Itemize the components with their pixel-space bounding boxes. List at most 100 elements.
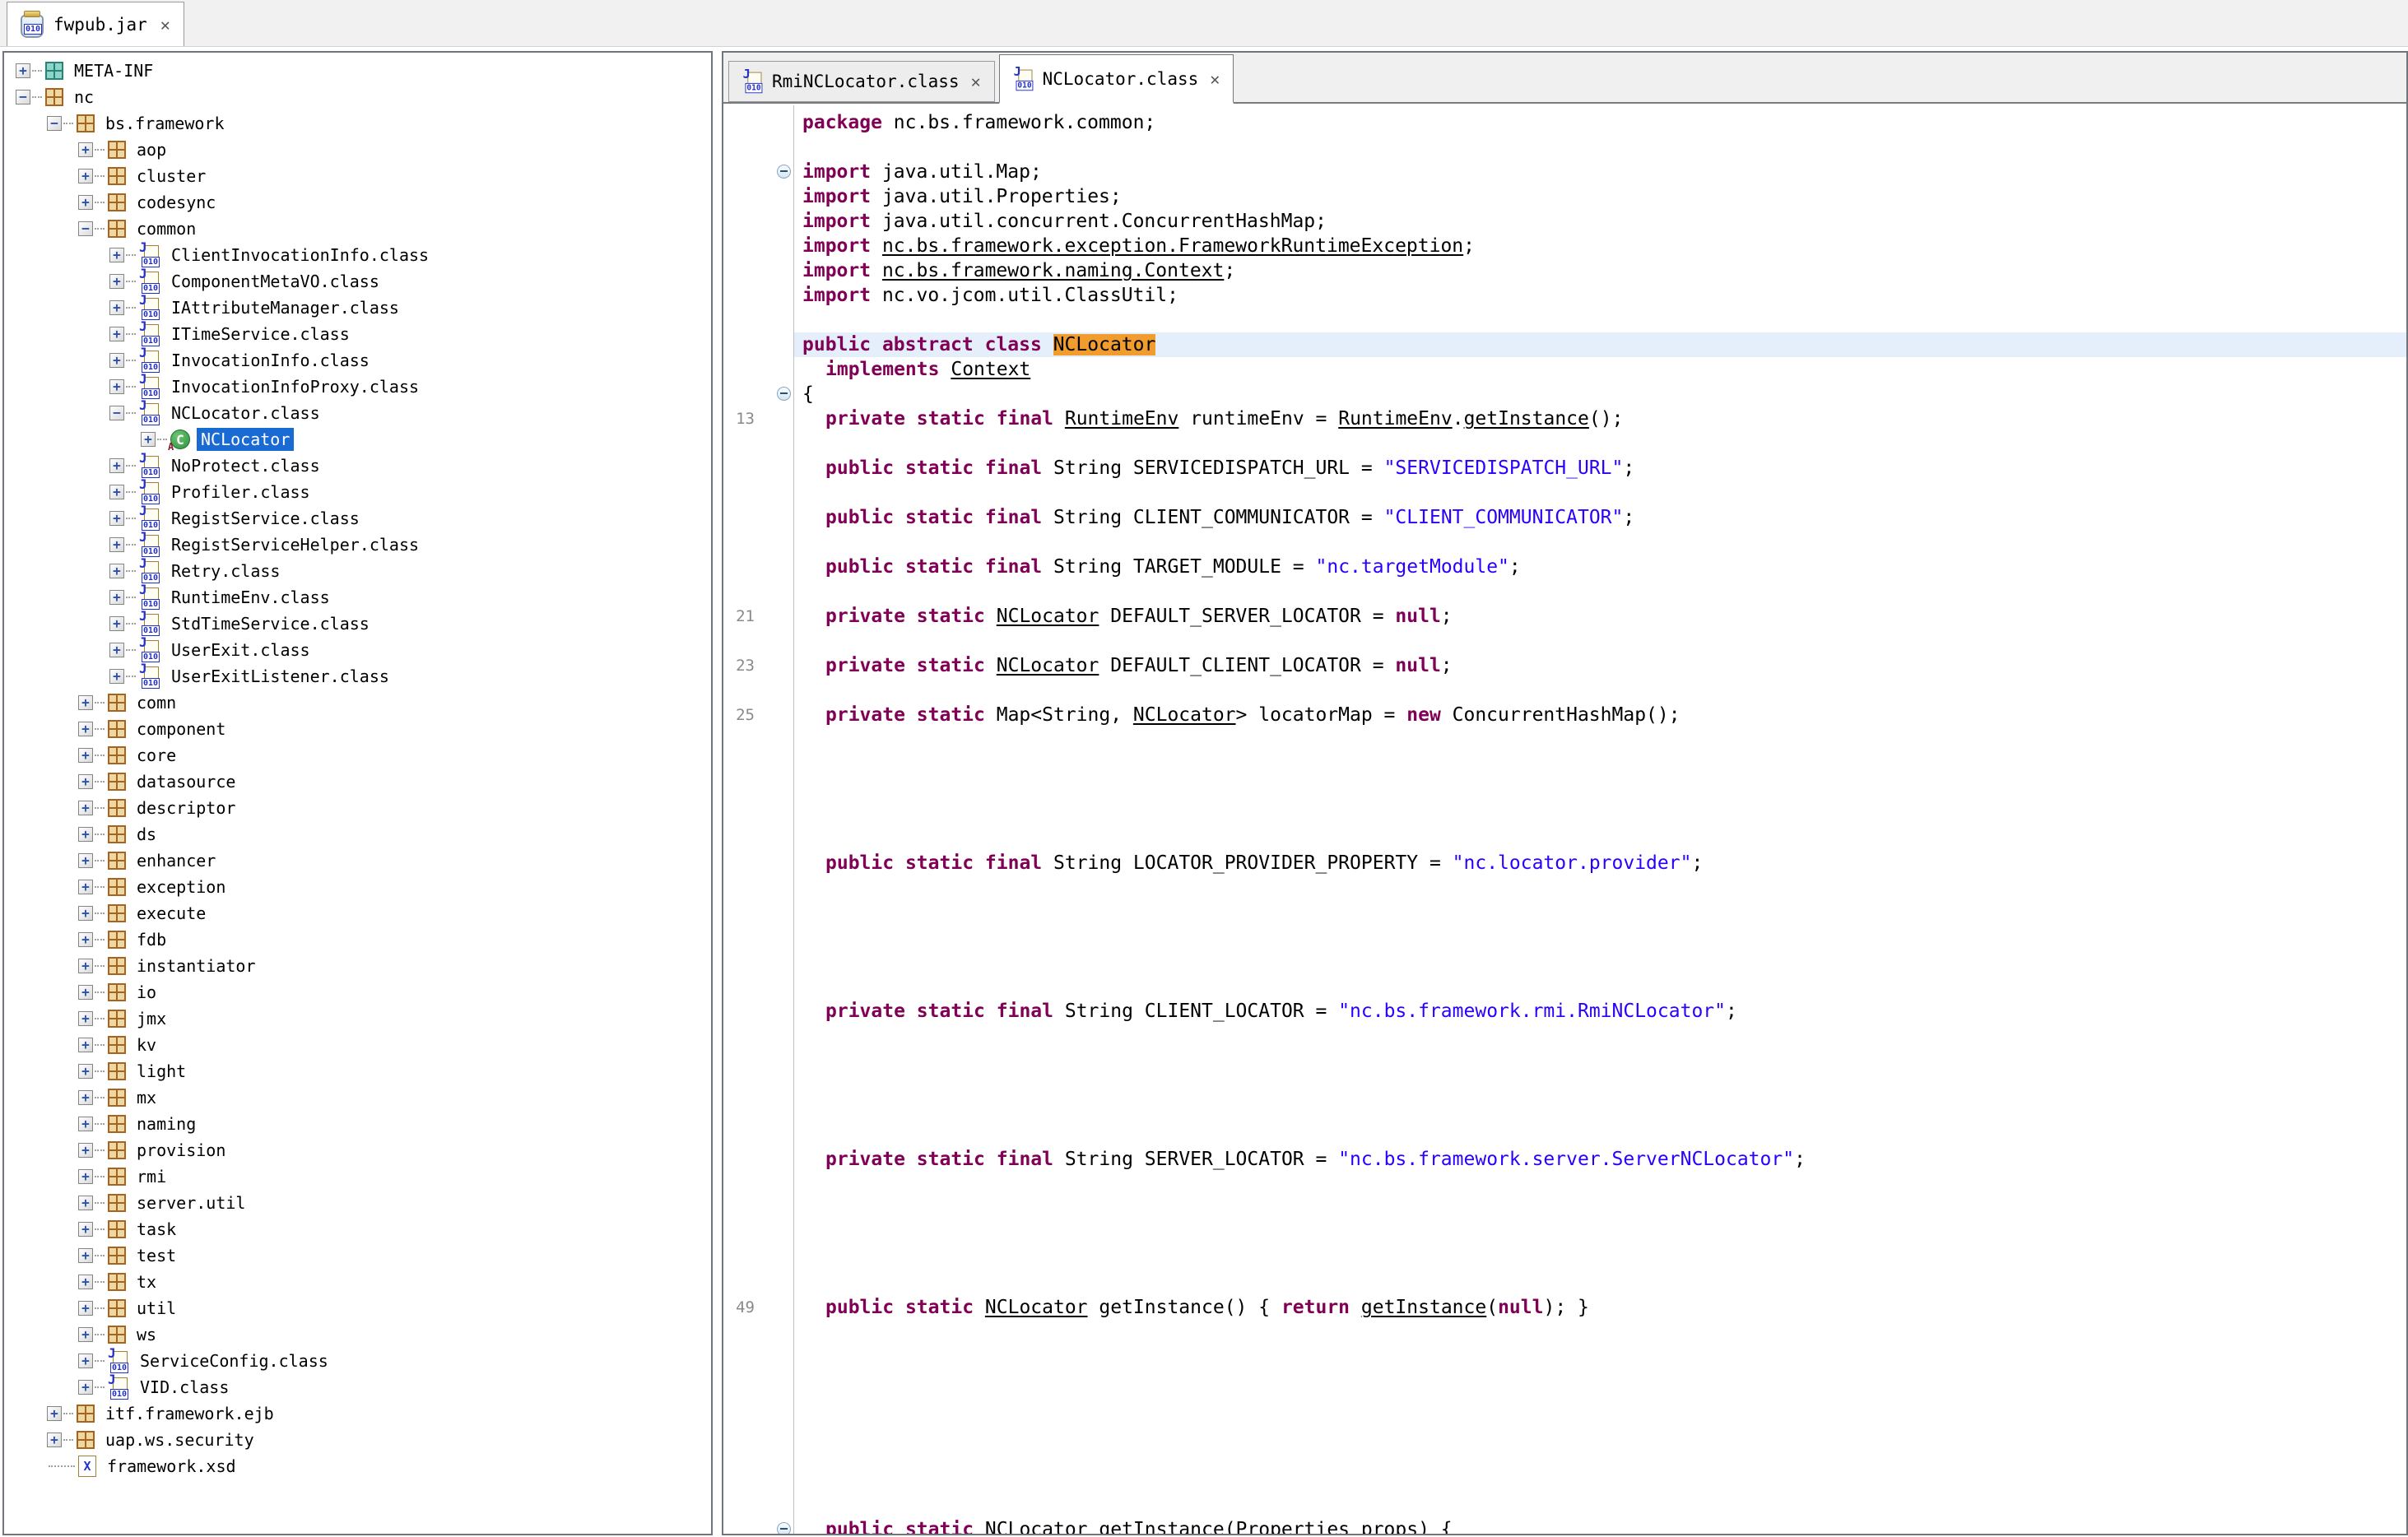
tree-node-ITimeService.class[interactable]: ITimeService.class — [4, 321, 711, 347]
tree-node-task[interactable]: task — [4, 1216, 711, 1242]
fold-collapse-icon[interactable] — [777, 387, 791, 401]
tree-node-mx[interactable]: mx — [4, 1084, 711, 1111]
expand-icon[interactable] — [78, 853, 93, 868]
tree-node-instantiator[interactable]: instantiator — [4, 953, 711, 979]
tree-node-kv[interactable]: kv — [4, 1032, 711, 1058]
tree-node-tx[interactable]: tx — [4, 1269, 711, 1295]
expand-icon[interactable] — [47, 1406, 62, 1421]
collapse-icon[interactable] — [109, 406, 124, 420]
tree-node-UserExitListener.class[interactable]: UserExitListener.class — [4, 663, 711, 690]
tree-node-bs.framework[interactable]: bs.framework — [4, 110, 711, 137]
tree-node-test[interactable]: test — [4, 1242, 711, 1269]
expand-icon[interactable] — [78, 1327, 93, 1342]
tree-node-RuntimeEnv.class[interactable]: RuntimeEnv.class — [4, 584, 711, 611]
tree-node-common[interactable]: common — [4, 216, 711, 242]
tree-node-Retry.class[interactable]: Retry.class — [4, 558, 711, 584]
tree-node-META-INF[interactable]: META-INF — [4, 58, 711, 84]
expand-icon[interactable] — [78, 880, 93, 894]
tree-node-datasource[interactable]: datasource — [4, 768, 711, 795]
expand-icon[interactable] — [109, 590, 124, 605]
tree-node-execute[interactable]: execute — [4, 900, 711, 926]
expand-icon[interactable] — [78, 169, 93, 183]
fold-collapse-icon[interactable] — [777, 1522, 791, 1535]
expand-icon[interactable] — [109, 485, 124, 499]
expand-icon[interactable] — [78, 959, 93, 973]
expand-icon[interactable] — [78, 195, 93, 210]
expand-icon[interactable] — [78, 1090, 93, 1105]
expand-icon[interactable] — [78, 1143, 93, 1158]
tree-node-itf.framework.ejb[interactable]: itf.framework.ejb — [4, 1400, 711, 1427]
expand-icon[interactable] — [78, 1196, 93, 1210]
expand-icon[interactable] — [78, 1169, 93, 1184]
tree-node-codesync[interactable]: codesync — [4, 189, 711, 216]
expand-icon[interactable] — [109, 248, 124, 262]
expand-icon[interactable] — [78, 1301, 93, 1316]
tree-node-ServiceConfig.class[interactable]: ServiceConfig.class — [4, 1348, 711, 1374]
code-editor[interactable]: package nc.bs.framework.common;import ja… — [723, 105, 2406, 1534]
tree-node-Profiler.class[interactable]: Profiler.class — [4, 479, 711, 505]
package-tree[interactable]: META-INFncbs.frameworkaopclustercodesync… — [4, 53, 711, 1479]
expand-icon[interactable] — [109, 564, 124, 578]
expand-icon[interactable] — [78, 1380, 93, 1395]
expand-icon[interactable] — [78, 1222, 93, 1237]
editor-tab-NCLocator.class[interactable]: NCLocator.class✕ — [999, 54, 1234, 104]
jar-tab[interactable]: fwpub.jar ✕ — [7, 2, 184, 46]
expand-icon[interactable] — [78, 932, 93, 947]
collapse-icon[interactable] — [16, 90, 30, 104]
tree-node-NoProtect.class[interactable]: NoProtect.class — [4, 453, 711, 479]
tree-node-exception[interactable]: exception — [4, 874, 711, 900]
expand-icon[interactable] — [109, 616, 124, 631]
tree-node-NCLocator[interactable]: NCLocator — [4, 426, 711, 453]
tree-node-aop[interactable]: aop — [4, 137, 711, 163]
tree-node-RegistServiceHelper.class[interactable]: RegistServiceHelper.class — [4, 532, 711, 558]
tree-node-IAttributeManager.class[interactable]: IAttributeManager.class — [4, 295, 711, 321]
expand-icon[interactable] — [78, 1064, 93, 1079]
collapse-icon[interactable] — [78, 221, 93, 236]
tree-node-comn[interactable]: comn — [4, 690, 711, 716]
expand-icon[interactable] — [109, 353, 124, 368]
tree-node-io[interactable]: io — [4, 979, 711, 1005]
tree-node-util[interactable]: util — [4, 1295, 711, 1321]
tree-node-ComponentMetaVO.class[interactable]: ComponentMetaVO.class — [4, 268, 711, 295]
expand-icon[interactable] — [141, 432, 156, 447]
expand-icon[interactable] — [78, 1354, 93, 1368]
expand-icon[interactable] — [47, 1433, 62, 1447]
expand-icon[interactable] — [78, 695, 93, 710]
close-icon[interactable]: ✕ — [160, 15, 170, 35]
expand-icon[interactable] — [109, 300, 124, 315]
expand-icon[interactable] — [78, 985, 93, 1000]
tree-node-nc[interactable]: nc — [4, 84, 711, 110]
collapse-icon[interactable] — [47, 116, 62, 131]
tree-node-fdb[interactable]: fdb — [4, 926, 711, 953]
expand-icon[interactable] — [78, 906, 93, 921]
expand-icon[interactable] — [78, 1011, 93, 1026]
expand-icon[interactable] — [16, 63, 30, 78]
expand-icon[interactable] — [78, 1117, 93, 1131]
tree-node-uap.ws.security[interactable]: uap.ws.security — [4, 1427, 711, 1453]
expand-icon[interactable] — [78, 1275, 93, 1289]
tree-node-enhancer[interactable]: enhancer — [4, 847, 711, 874]
expand-icon[interactable] — [78, 1248, 93, 1263]
expand-icon[interactable] — [78, 1038, 93, 1052]
tree-node-UserExit.class[interactable]: UserExit.class — [4, 637, 711, 663]
tree-node-StdTimeService.class[interactable]: StdTimeService.class — [4, 611, 711, 637]
tree-node-InvocationInfo.class[interactable]: InvocationInfo.class — [4, 347, 711, 374]
expand-icon[interactable] — [78, 722, 93, 736]
tree-node-cluster[interactable]: cluster — [4, 163, 711, 189]
tree-node-ws[interactable]: ws — [4, 1321, 711, 1348]
tree-node-naming[interactable]: naming — [4, 1111, 711, 1137]
expand-icon[interactable] — [109, 274, 124, 289]
expand-icon[interactable] — [78, 827, 93, 842]
tree-node-jmx[interactable]: jmx — [4, 1005, 711, 1032]
tree-node-ds[interactable]: ds — [4, 821, 711, 847]
close-icon[interactable]: ✕ — [971, 72, 981, 91]
tree-node-NCLocator.class[interactable]: NCLocator.class — [4, 400, 711, 426]
editor-tab-RmiNCLocator.class[interactable]: RmiNCLocator.class✕ — [728, 61, 995, 102]
close-icon[interactable]: ✕ — [1210, 69, 1220, 89]
expand-icon[interactable] — [109, 511, 124, 526]
expand-icon[interactable] — [78, 801, 93, 815]
tree-node-component[interactable]: component — [4, 716, 711, 742]
tree-node-RegistService.class[interactable]: RegistService.class — [4, 505, 711, 532]
tree-node-server.util[interactable]: server.util — [4, 1190, 711, 1216]
expand-icon[interactable] — [109, 379, 124, 394]
